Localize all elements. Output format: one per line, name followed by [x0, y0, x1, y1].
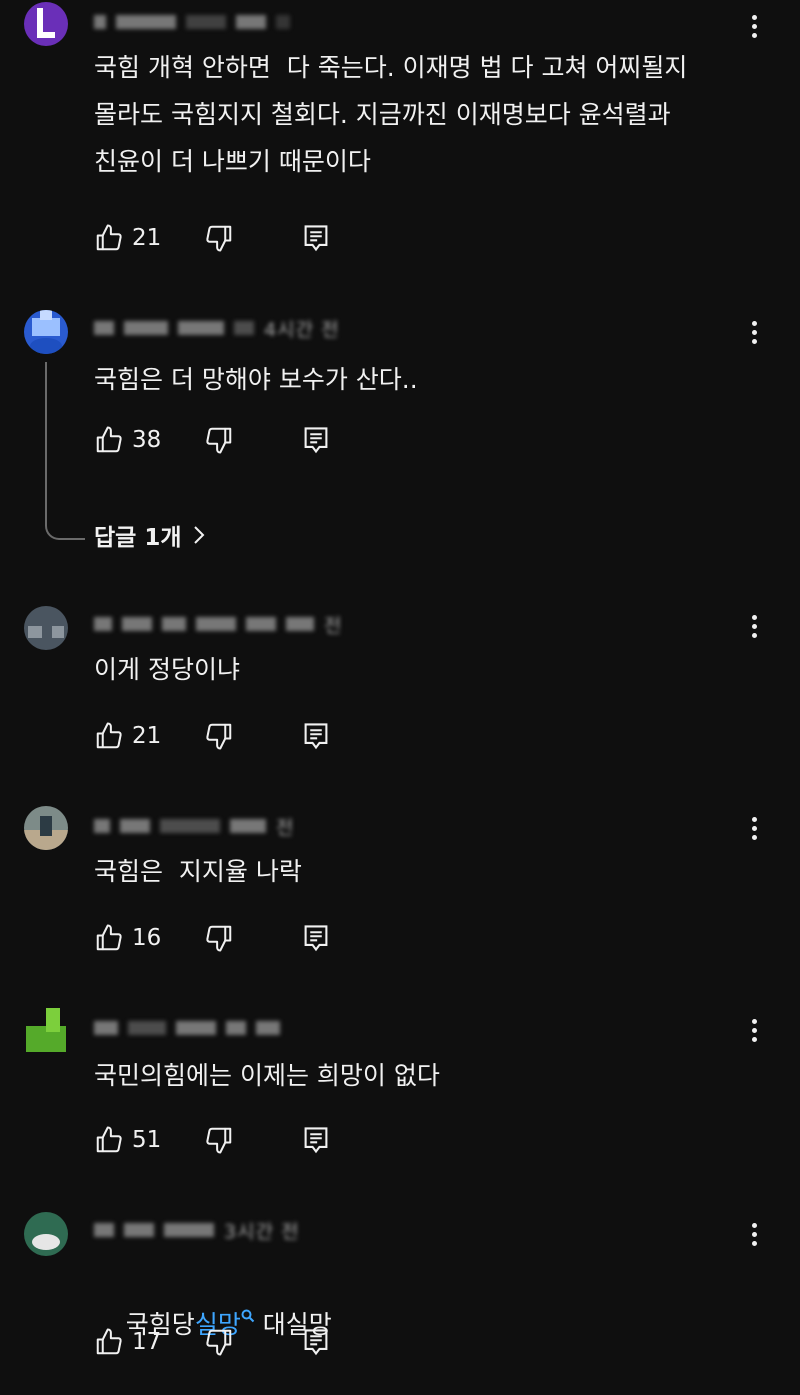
comment-reply-icon — [304, 1329, 328, 1356]
comment-author[interactable] — [94, 1016, 290, 1040]
reply-button[interactable] — [302, 1125, 330, 1155]
comment-reply-icon — [304, 427, 328, 454]
comment-author[interactable]: 전 — [94, 612, 343, 637]
view-replies-button[interactable]: 답글 1개 — [94, 515, 206, 555]
thumbs-down-icon — [206, 925, 232, 952]
thumbs-up-icon — [96, 722, 122, 749]
thumbs-up-icon — [96, 426, 122, 453]
reply-button[interactable] — [302, 923, 330, 953]
like-count: 21 — [132, 723, 162, 749]
comment-actions: 51 — [94, 1120, 330, 1160]
like-button[interactable]: 16 — [94, 923, 204, 953]
comment-author[interactable]: 4시간 전 — [94, 316, 340, 341]
more-options-button[interactable] — [742, 608, 766, 644]
avatar[interactable] — [24, 2, 68, 46]
more-options-button[interactable] — [742, 810, 766, 846]
like-button[interactable]: 17 — [94, 1327, 204, 1357]
dislike-button[interactable] — [204, 721, 302, 751]
thumbs-down-icon — [206, 427, 232, 454]
dislike-button[interactable] — [204, 1125, 302, 1155]
dislike-button[interactable] — [204, 1327, 302, 1357]
comment-author[interactable]: 전 — [94, 814, 295, 839]
comment-text: 국민의힘에는 이제는 희망이 없다 — [94, 1061, 440, 1090]
comment-actions: 38 — [94, 420, 330, 460]
comment-time: 3시간 전 — [224, 1220, 300, 1243]
comment-actions: 16 — [94, 918, 330, 958]
thumbs-down-icon — [206, 225, 232, 252]
thumbs-down-icon — [206, 723, 232, 750]
replies-count-label: 답글 1개 — [94, 525, 182, 551]
comment-text: 이게 정당이냐 — [94, 655, 240, 684]
avatar[interactable] — [24, 310, 68, 354]
like-button[interactable]: 21 — [94, 223, 204, 253]
like-count: 17 — [132, 1329, 162, 1355]
dislike-button[interactable] — [204, 223, 302, 253]
thumbs-down-icon — [206, 1127, 232, 1154]
reply-thread-line — [45, 362, 85, 540]
comment-reply-icon — [304, 1127, 328, 1154]
comment-actions: 21 — [94, 218, 330, 258]
comment-actions: 21 — [94, 716, 330, 756]
like-count: 21 — [132, 225, 162, 251]
like-button[interactable]: 21 — [94, 721, 204, 751]
comment-text: 국힘은 더 망해야 보수가 산다.. — [94, 365, 418, 394]
like-button[interactable]: 38 — [94, 425, 204, 455]
like-count: 16 — [132, 925, 162, 951]
comment-reply-icon — [304, 925, 328, 952]
comment-time: 전 — [276, 816, 295, 839]
reply-button[interactable] — [302, 223, 330, 253]
avatar[interactable] — [24, 806, 68, 850]
comment-time: 전 — [324, 614, 343, 637]
like-button[interactable]: 51 — [94, 1125, 204, 1155]
comment-text: 국힘은 지지율 나락 — [94, 857, 302, 886]
comment-reply-icon — [304, 225, 328, 252]
thumbs-down-icon — [206, 1329, 232, 1356]
more-options-button[interactable] — [742, 1012, 766, 1048]
thumbs-up-icon — [96, 924, 122, 951]
thumbs-up-icon — [96, 1328, 122, 1355]
comment-reply-icon — [304, 723, 328, 750]
comment-time: 4시간 전 — [264, 318, 340, 341]
reply-button[interactable] — [302, 425, 330, 455]
dislike-button[interactable] — [204, 425, 302, 455]
comment-author[interactable]: 3시간 전 — [94, 1218, 300, 1243]
like-count: 51 — [132, 1127, 162, 1153]
avatar[interactable] — [24, 606, 68, 650]
more-options-button[interactable] — [742, 1216, 766, 1252]
reply-button[interactable] — [302, 1327, 330, 1357]
like-count: 38 — [132, 427, 162, 453]
dislike-button[interactable] — [204, 923, 302, 953]
more-options-button[interactable] — [742, 314, 766, 350]
comment-text: 국힘 개혁 안하면 다 죽는다. 이재명 법 다 고쳐 어찌될지 몰라도 국힘지… — [94, 53, 688, 176]
chevron-right-icon — [193, 526, 204, 544]
thumbs-up-icon — [96, 1126, 122, 1153]
comment-actions: 17 — [94, 1322, 330, 1362]
more-options-button[interactable] — [742, 8, 766, 44]
avatar[interactable] — [24, 1008, 68, 1052]
thumbs-up-icon — [96, 224, 122, 251]
reply-button[interactable] — [302, 721, 330, 751]
avatar[interactable] — [24, 1212, 68, 1256]
comment-author[interactable] — [94, 10, 300, 34]
